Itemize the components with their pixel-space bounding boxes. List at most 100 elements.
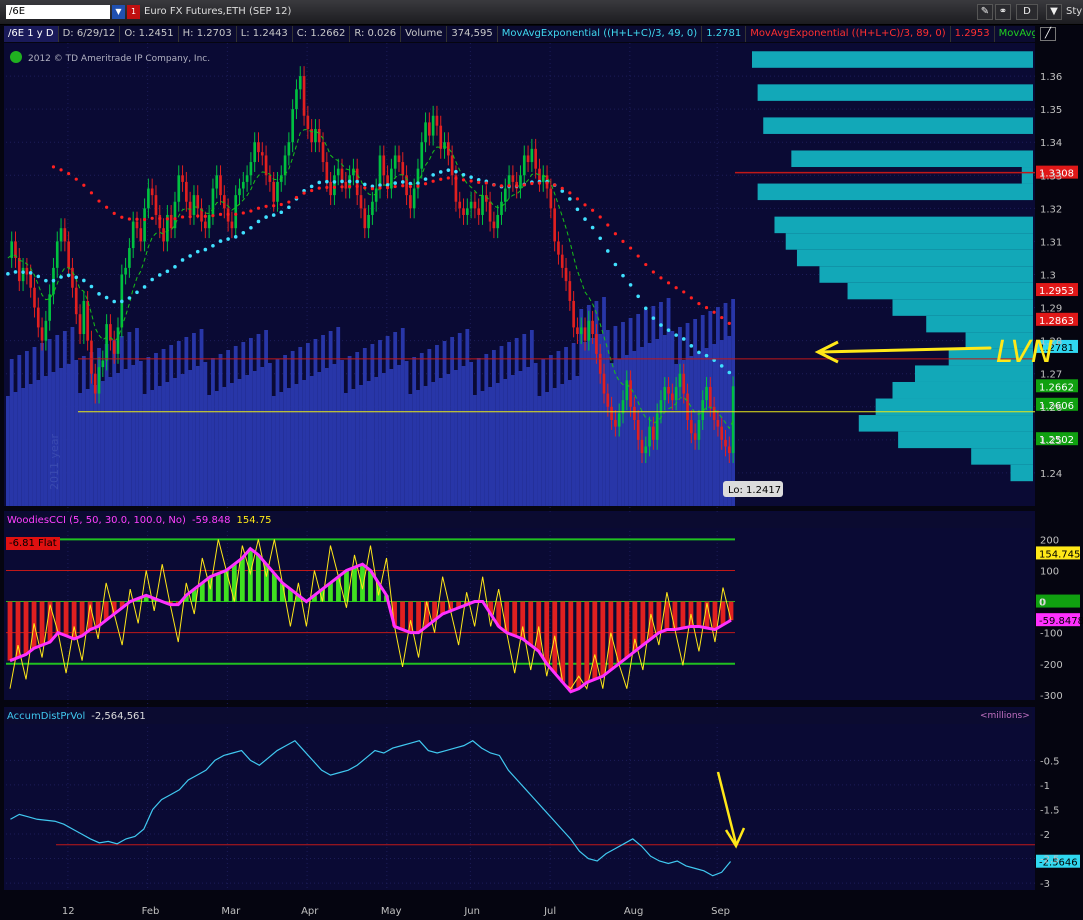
low-price-label: Lo: 1.2417: [728, 485, 781, 496]
candle-body: [602, 373, 606, 394]
ema89-dot: [135, 217, 139, 221]
candle-body: [473, 201, 477, 209]
candle-body: [276, 181, 279, 202]
candle-body: [447, 142, 450, 156]
candle-body: [143, 208, 146, 242]
ad-tick-label: -1.5: [1040, 805, 1060, 816]
ema49-dot: [264, 215, 268, 219]
price-tick-label: 1.27: [1040, 370, 1062, 381]
volume-bar: [165, 382, 170, 506]
candle-body: [116, 327, 120, 354]
ad-units: <millions>: [980, 711, 1030, 721]
ema89-dot: [218, 212, 223, 216]
ema89-dot: [234, 212, 238, 216]
candle-body: [667, 386, 670, 394]
candle-body: [439, 125, 443, 149]
candle-body: [424, 122, 427, 143]
candle-body: [682, 373, 686, 394]
candle-body: [519, 175, 522, 189]
candle-body: [249, 162, 253, 176]
ema49-dot: [621, 273, 625, 278]
candle-body: [572, 300, 575, 328]
candle-body: [708, 386, 712, 407]
ema49-dot: [423, 177, 428, 181]
volume-bar: [283, 355, 287, 506]
ema89-dot: [469, 179, 473, 183]
volume-bar: [298, 347, 303, 506]
volume-bar: [514, 338, 519, 506]
cci-tick-label: 200: [1040, 535, 1059, 546]
candle-body: [253, 142, 257, 163]
price-value-label: 1.2662: [1039, 382, 1074, 393]
volume-bar: [324, 368, 329, 506]
profile-bar: [791, 150, 1033, 168]
ema49-dot: [719, 364, 724, 368]
ema49-dot: [659, 323, 663, 327]
candle-body: [105, 324, 108, 361]
candle-body: [511, 175, 515, 182]
volume-bar: [28, 384, 33, 506]
price-tick-label: 1.31: [1040, 237, 1062, 248]
ema89-dot: [340, 185, 344, 189]
volume-bar: [138, 361, 143, 506]
volume-bar: [545, 392, 549, 506]
candle-body: [629, 380, 632, 407]
candle-body: [496, 214, 500, 229]
ema89-dot: [613, 232, 617, 236]
volume-bar: [150, 390, 155, 506]
candle-body: [640, 439, 644, 454]
volume-bar: [397, 365, 401, 506]
candle-body: [128, 248, 131, 268]
candle-body: [333, 175, 336, 196]
refresh-icon[interactable]: [10, 51, 22, 63]
volume-bar: [142, 394, 147, 506]
candle-body: [579, 327, 583, 335]
ad-tick-label: -3: [1040, 879, 1050, 890]
candle-body: [215, 175, 219, 189]
ema89-dot: [120, 215, 124, 219]
volume-bar: [195, 366, 200, 506]
volume-bar: [203, 362, 208, 506]
candle-body: [71, 267, 74, 288]
cci-flat-badge: -6.81 Flat: [6, 537, 60, 550]
candle-body: [135, 221, 139, 229]
year-watermark: 2011 year: [48, 433, 61, 490]
ema89-dot: [606, 223, 610, 227]
ema49-dot: [203, 247, 208, 252]
candle-body: [177, 175, 181, 202]
ema49-dot: [256, 219, 261, 224]
ema49-dot: [697, 350, 701, 355]
volume-bar: [537, 396, 542, 506]
volume-bar: [427, 349, 432, 506]
ema49-dot: [469, 175, 473, 179]
volume-bar: [328, 331, 333, 506]
ema49-dot: [317, 180, 322, 185]
ema49-dot: [568, 197, 572, 201]
ema89-dot: [188, 214, 192, 219]
ema89-dot: [477, 180, 481, 184]
ema89-dot: [575, 197, 580, 201]
ema49-dot: [233, 235, 238, 239]
time-axis: [4, 890, 1081, 920]
volume-bar: [135, 328, 139, 506]
ema49-dot: [226, 237, 230, 241]
volume-bar: [526, 367, 530, 506]
candle-body: [541, 175, 545, 182]
ema89-dot: [89, 191, 94, 195]
volume-bar: [157, 386, 162, 506]
volume-bar: [184, 337, 189, 506]
ema49-dot: [127, 296, 132, 300]
candle-body: [420, 142, 424, 169]
profile-bar: [847, 282, 1033, 300]
volume-bar: [378, 340, 382, 506]
ema49-dot: [400, 180, 405, 184]
candle-body: [636, 420, 640, 440]
ema49-dot: [393, 181, 397, 185]
ema49-dot: [279, 210, 284, 215]
time-tick-label: Sep: [711, 906, 730, 917]
volume-bar: [343, 393, 348, 506]
ema89-dot: [363, 186, 367, 190]
candle-body: [428, 122, 431, 136]
candle-body: [59, 228, 63, 242]
ema89-dot: [97, 199, 101, 203]
